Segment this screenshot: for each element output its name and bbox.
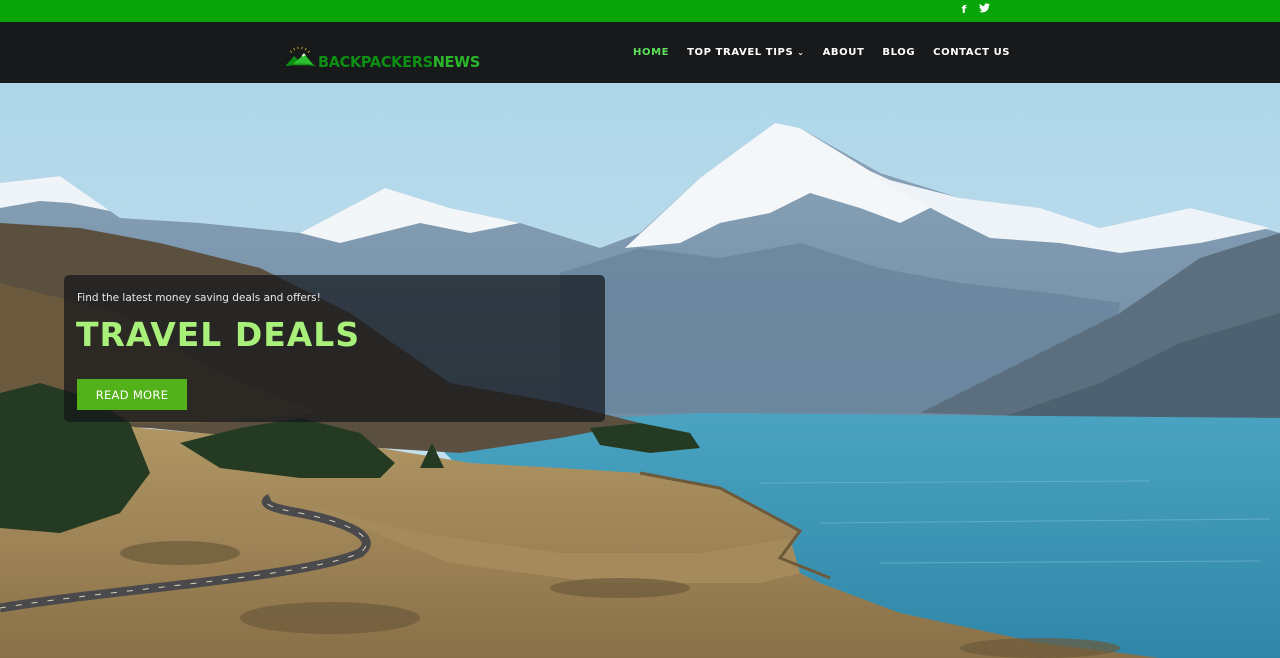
twitter-bird-shape xyxy=(978,3,990,13)
logo-word-2: NEWS xyxy=(432,54,481,72)
nav-top-travel-tips-label: TOP TRAVEL TIPS xyxy=(687,47,794,58)
logo-wordmark: BACKPACKERSNEWS xyxy=(318,55,480,72)
site-header: BACKPACKERSNEWS HOME TOP TRAVEL TIPS ⌄ A… xyxy=(0,22,1280,83)
nav-top-travel-tips[interactable]: TOP TRAVEL TIPS ⌄ xyxy=(687,47,805,58)
main-nav: HOME TOP TRAVEL TIPS ⌄ ABOUT BLOG CONTAC… xyxy=(633,47,1010,58)
hero-slider: Find the latest money saving deals and o… xyxy=(0,83,1280,658)
read-more-button[interactable]: READ MORE xyxy=(77,379,187,410)
twitter-icon[interactable] xyxy=(978,3,990,17)
slide-title: TRAVEL DEALS xyxy=(76,315,361,354)
nav-contact-us-label: CONTACT US xyxy=(933,47,1011,58)
chevron-down-icon: ⌄ xyxy=(797,48,805,57)
nav-contact-us[interactable]: CONTACT US xyxy=(933,47,1010,58)
logo-word-1: BACKPACKERS xyxy=(317,54,433,72)
facebook-icon[interactable]: f xyxy=(958,3,970,17)
top-bar: f xyxy=(0,0,1280,22)
nav-about-label: ABOUT xyxy=(822,47,865,58)
slide-caption: Find the latest money saving deals and o… xyxy=(64,275,605,422)
nav-home-label: HOME xyxy=(633,47,670,58)
site-logo[interactable]: BACKPACKERSNEWS xyxy=(285,36,480,76)
nav-blog[interactable]: BLOG xyxy=(882,47,915,58)
slide-kicker: Find the latest money saving deals and o… xyxy=(77,292,321,304)
nav-about[interactable]: ABOUT xyxy=(823,47,865,58)
mountain-logo-icon xyxy=(286,46,315,67)
social-links: f xyxy=(958,3,990,17)
nav-home[interactable]: HOME xyxy=(633,47,669,58)
nav-blog-label: BLOG xyxy=(882,47,916,58)
